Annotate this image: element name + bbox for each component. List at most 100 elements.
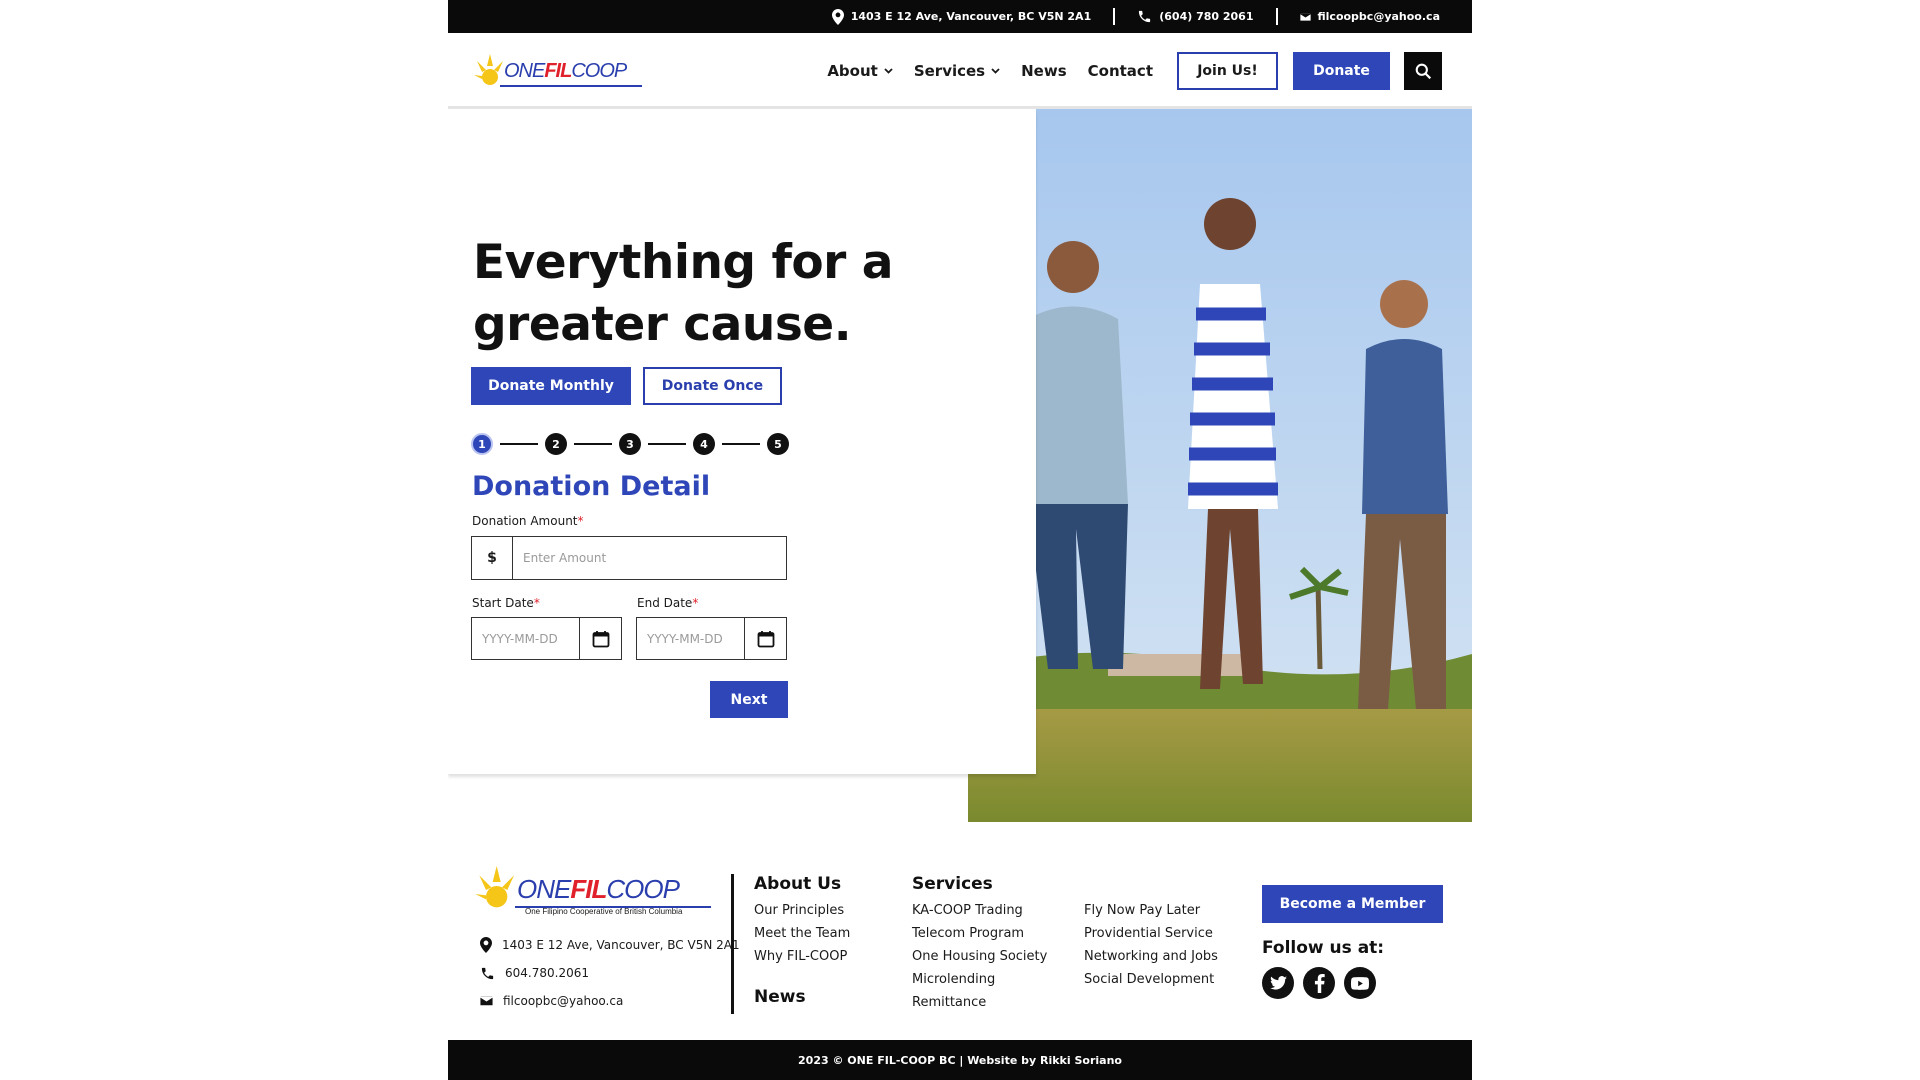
- step-2[interactable]: 2: [545, 433, 567, 455]
- donate-monthly-button[interactable]: Donate Monthly: [471, 367, 631, 405]
- footer-service-link[interactable]: Networking and Jobs: [1084, 945, 1218, 968]
- start-date-label: Start Date*: [472, 596, 540, 610]
- footer-divider: [731, 874, 734, 1014]
- become-member-button[interactable]: Become a Member: [1262, 885, 1443, 923]
- start-date-picker-button[interactable]: [579, 618, 621, 659]
- header-logo[interactable]: ONEFILCOOP: [474, 51, 644, 91]
- topbar-phone[interactable]: (604) 780 2061: [1137, 9, 1254, 24]
- nav-news[interactable]: News: [1021, 62, 1067, 80]
- footer-about-column: About Us Our Principles Meet the Team Wh…: [754, 874, 850, 1007]
- footer-address: 1403 E 12 Ave, Vancouver, BC V5N 2A1: [480, 931, 740, 959]
- topbar-divider: [1275, 8, 1278, 25]
- footer-address-text: 1403 E 12 Ave, Vancouver, BC V5N 2A1: [502, 938, 740, 952]
- footer-service-link[interactable]: KA-COOP Trading: [912, 899, 1047, 922]
- footer-logo[interactable]: ONEFILCOOP One Filipino Cooperative of B…: [475, 862, 725, 916]
- nav-contact-label: Contact: [1087, 62, 1153, 80]
- footer-services-column: Services KA-COOP Trading Telecom Program…: [912, 874, 1047, 1014]
- logo-swoosh: [500, 85, 642, 87]
- form-title: Donation Detail: [472, 471, 711, 502]
- logo-wordmark: ONEFILCOOP: [504, 60, 627, 82]
- copyright-text: 2023 © ONE FIL-COOP BC | Website by Rikk…: [798, 1053, 1122, 1067]
- footer-services-column-2: Fly Now Pay Later Providential Service N…: [1084, 899, 1218, 991]
- logo-word-one: ONE: [504, 60, 545, 82]
- step-connector: [722, 443, 760, 445]
- required-mark: *: [577, 514, 584, 528]
- start-date-label-text: Start Date: [472, 596, 534, 610]
- footer-service-link[interactable]: Remittance: [912, 991, 1047, 1014]
- logo-word-coop: COOP: [606, 874, 680, 904]
- amount-label-text: Donation Amount: [472, 514, 578, 528]
- step-1[interactable]: 1: [471, 433, 493, 455]
- phone-icon: [481, 967, 494, 979]
- join-us-button[interactable]: Join Us!: [1177, 52, 1278, 90]
- footer-service-link[interactable]: Fly Now Pay Later: [1084, 899, 1218, 922]
- end-date-input[interactable]: [637, 618, 744, 659]
- footer-email-text: filcoopbc@yahoo.ca: [503, 994, 624, 1008]
- chevron-down-icon: [884, 68, 893, 74]
- footer-phone-text: 604.780.2061: [505, 966, 589, 980]
- currency-prefix: $: [472, 537, 513, 579]
- mail-icon: [1299, 12, 1311, 21]
- facebook-link[interactable]: [1303, 967, 1335, 999]
- footer-service-link[interactable]: One Housing Society: [912, 945, 1047, 968]
- hero-photo: [968, 109, 1472, 822]
- donation-card: Everything for a greater cause. Donate M…: [448, 109, 1036, 774]
- footer-about-heading: About Us: [754, 874, 842, 894]
- donate-once-button[interactable]: Donate Once: [643, 367, 782, 405]
- follow-us-label: Follow us at:: [1262, 938, 1385, 958]
- top-contact-bar: 1403 E 12 Ave, Vancouver, BC V5N 2A1 (60…: [448, 0, 1472, 33]
- youtube-icon: [1351, 976, 1369, 990]
- search-button[interactable]: [1404, 52, 1442, 90]
- mail-icon: [480, 996, 493, 1006]
- footer-service-link[interactable]: Microlending: [912, 968, 1047, 991]
- step-connector: [500, 443, 538, 445]
- hero-photo-illustration: [968, 109, 1472, 822]
- footer-news-link[interactable]: News: [754, 987, 850, 1007]
- footer-service-link[interactable]: Social Development: [1084, 968, 1218, 991]
- donate-button[interactable]: Donate: [1293, 52, 1390, 90]
- step-5[interactable]: 5: [767, 433, 789, 455]
- logo-word-fil: FIL: [570, 874, 607, 904]
- step-3[interactable]: 3: [619, 433, 641, 455]
- topbar-address-text: 1403 E 12 Ave, Vancouver, BC V5N 2A1: [850, 10, 1092, 23]
- logo-word-fil: FIL: [544, 60, 572, 82]
- step-connector: [574, 443, 612, 445]
- nav-news-label: News: [1021, 62, 1067, 80]
- nav-contact[interactable]: Contact: [1088, 62, 1153, 80]
- required-mark: *: [692, 596, 699, 610]
- footer-service-link[interactable]: Telecom Program: [912, 922, 1047, 945]
- next-button[interactable]: Next: [710, 681, 788, 718]
- youtube-link[interactable]: [1344, 967, 1376, 999]
- logo-wordmark: ONEFILCOOP: [517, 874, 680, 904]
- search-icon: [1415, 63, 1431, 79]
- start-date-field: [471, 617, 622, 660]
- nav-about[interactable]: About: [827, 62, 893, 80]
- footer-email[interactable]: filcoopbc@yahoo.ca: [480, 987, 740, 1015]
- start-date-input[interactable]: [472, 618, 579, 659]
- footer-link-why[interactable]: Why FIL-COOP: [754, 945, 850, 968]
- amount-field: $: [471, 536, 787, 580]
- end-date-field: [636, 617, 787, 660]
- site-frame: 1403 E 12 Ave, Vancouver, BC V5N 2A1 (60…: [448, 0, 1472, 1080]
- map-pin-icon: [480, 937, 492, 953]
- end-date-picker-button[interactable]: [744, 618, 786, 659]
- footer-link-principles[interactable]: Our Principles: [754, 899, 850, 922]
- nav-services[interactable]: Services: [914, 62, 1000, 80]
- footer-phone[interactable]: 604.780.2061: [480, 959, 740, 987]
- amount-input[interactable]: [513, 537, 786, 579]
- donation-frequency-toggle: Donate Monthly Donate Once: [471, 367, 782, 405]
- footer-service-link[interactable]: Providential Service: [1084, 922, 1218, 945]
- topbar-email[interactable]: filcoopbc@yahoo.ca: [1299, 10, 1440, 23]
- twitter-link[interactable]: [1262, 967, 1294, 999]
- phone-icon: [1139, 10, 1151, 23]
- social-links: [1262, 967, 1376, 999]
- step-4[interactable]: 4: [693, 433, 715, 455]
- footer-link-team[interactable]: Meet the Team: [754, 922, 850, 945]
- chevron-down-icon: [991, 68, 1000, 74]
- main-nav: About Services News Contact Join Us! Don…: [827, 51, 1442, 91]
- nav-about-label: About: [827, 62, 878, 80]
- facebook-icon: [1314, 973, 1325, 993]
- calendar-icon: [592, 630, 609, 647]
- topbar-divider: [1113, 8, 1116, 25]
- copyright-bar: 2023 © ONE FIL-COOP BC | Website by Rikk…: [448, 1040, 1472, 1080]
